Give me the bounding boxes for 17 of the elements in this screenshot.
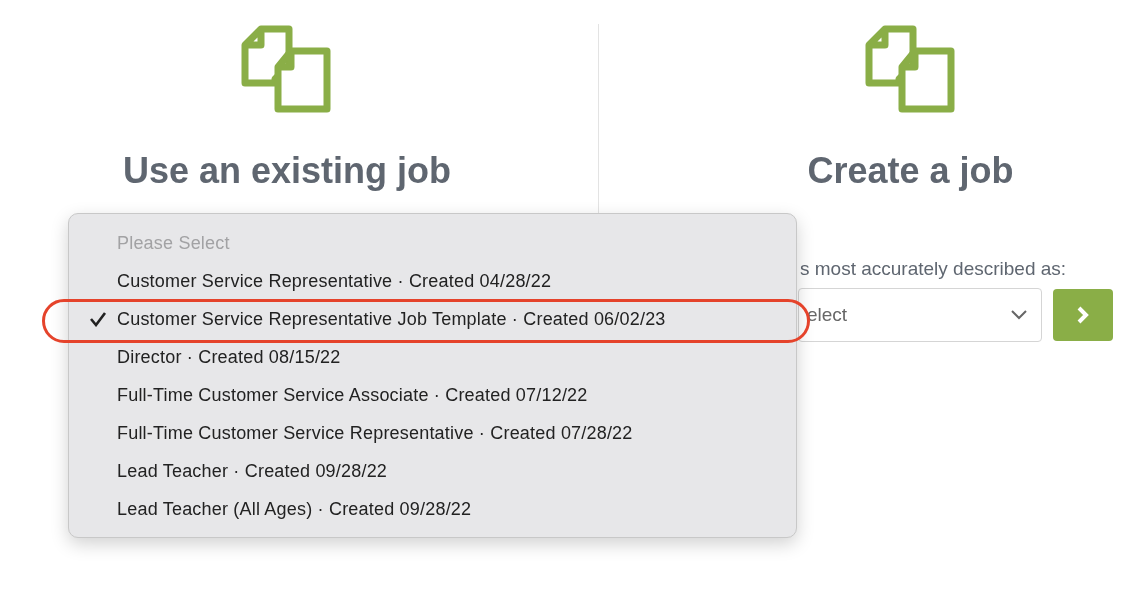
menu-option[interactable]: Director · Created 08/15/22 <box>69 344 341 382</box>
section-heading: Use an existing job <box>122 149 452 193</box>
documents-icon <box>864 25 957 113</box>
documents-icon <box>241 25 333 113</box>
menu-option: Please Select <box>69 230 230 268</box>
chevron-down-icon <box>1011 310 1027 320</box>
next-button[interactable] <box>1053 289 1113 341</box>
section-heading: Create a job <box>807 149 1014 193</box>
menu-option[interactable]: Full-Time Customer Service Associate · Created 07/12/22 <box>69 382 588 420</box>
menu-option[interactable]: Customer Service Representative Job Template · Created 06/02/23 <box>69 306 666 344</box>
menu-option[interactable]: Full-Time Customer Service Representative · Created 07/28/22 <box>69 420 633 458</box>
menu-option[interactable]: Lead Teacher · Created 09/28/22 <box>69 458 388 496</box>
job-type-select[interactable]: elect <box>798 288 1042 342</box>
menu-option[interactable]: Customer Service Representative · Created 04/28/22 <box>69 268 552 306</box>
prompt-label: s most accurately described as: <box>800 258 1068 280</box>
chevron-right-icon <box>1077 306 1089 324</box>
menu-option[interactable]: Lead Teacher (All Ages) · Created 09/28/22 <box>69 496 472 534</box>
